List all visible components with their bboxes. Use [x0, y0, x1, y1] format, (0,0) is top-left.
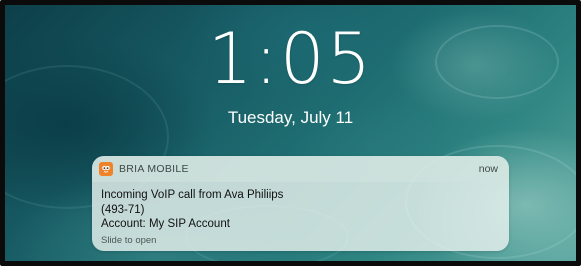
lock-screen-clock: 1:05	[207, 18, 374, 100]
notification-app-name: BRIA MOBILE	[119, 163, 189, 175]
lock-screen-date: Tuesday, July 11	[227, 108, 354, 127]
notification-timestamp: now	[478, 163, 498, 175]
notification-line-number: (493-71)	[101, 203, 145, 216]
notification-header: BRIA MOBILE now	[92, 156, 509, 182]
slide-to-open-hint[interactable]: Slide to open	[101, 235, 156, 246]
notification-line-caller: Incoming VoIP call from Ava Philiips	[101, 189, 284, 201]
notification-banner[interactable]: BRIA MOBILE now Incoming VoIP call from …	[92, 156, 509, 251]
bria-logo-icon	[99, 162, 113, 176]
device-screen: 1:05 Tuesday, July 11 BRIA MOBILE now In…	[0, 0, 581, 266]
notification-message: Incoming VoIP call from Ava Philiips (49…	[101, 188, 500, 232]
notification-line-account: Account: My SIP Account	[101, 218, 230, 230]
